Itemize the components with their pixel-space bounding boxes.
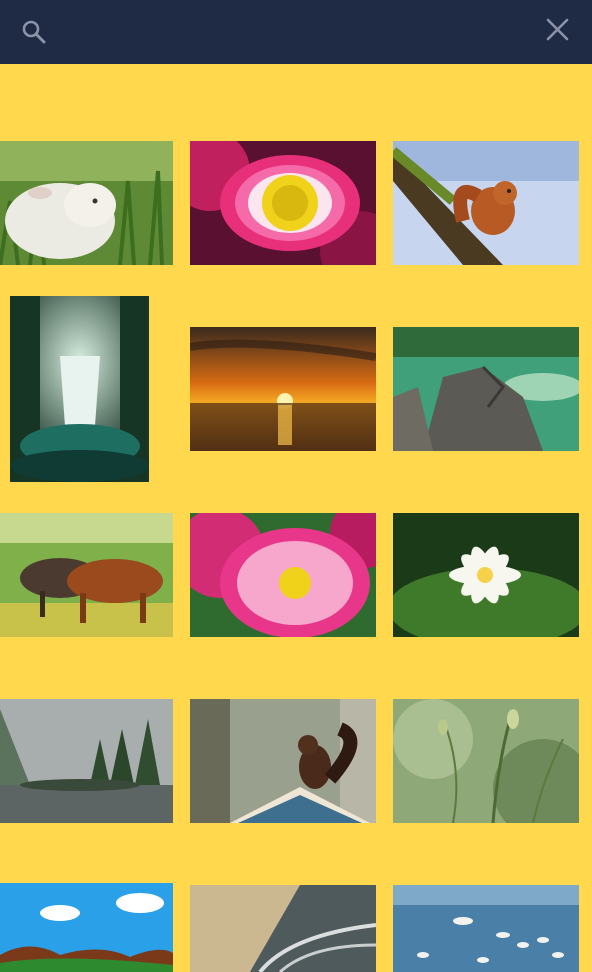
close-icon[interactable] <box>538 10 578 50</box>
gallery-thumbnail-forest-waterfall[interactable] <box>10 296 149 482</box>
gallery-thumbnail-squirrel-branch[interactable] <box>393 141 579 265</box>
gallery-thumbnail-grass-stems[interactable] <box>393 699 579 823</box>
gallery-thumbnail-pink-daisy[interactable] <box>190 141 376 265</box>
gallery-thumbnail-water-lily[interactable] <box>393 513 579 637</box>
top-toolbar <box>0 0 592 64</box>
gallery-thumbnail-horses[interactable] <box>0 513 173 637</box>
gallery-thumbnail-squirrel-birdhouse[interactable] <box>190 699 376 823</box>
gallery-thumbnail-sunset-sea[interactable] <box>190 327 376 451</box>
gallery-thumbnail-beach-waves[interactable] <box>190 885 376 972</box>
gallery-thumbnail-pink-daisy-closeup[interactable] <box>190 513 376 637</box>
search-icon[interactable] <box>18 16 50 48</box>
gallery-thumbnail-lamb[interactable] <box>0 141 173 265</box>
gallery-thumbnail-seagulls[interactable] <box>393 885 579 972</box>
gallery-thumbnail-cartoon-landscape[interactable] <box>0 883 173 972</box>
gallery-thumbnail-misty-lake[interactable] <box>0 699 173 823</box>
gallery-thumbnail-rocky-lake[interactable] <box>393 327 579 451</box>
